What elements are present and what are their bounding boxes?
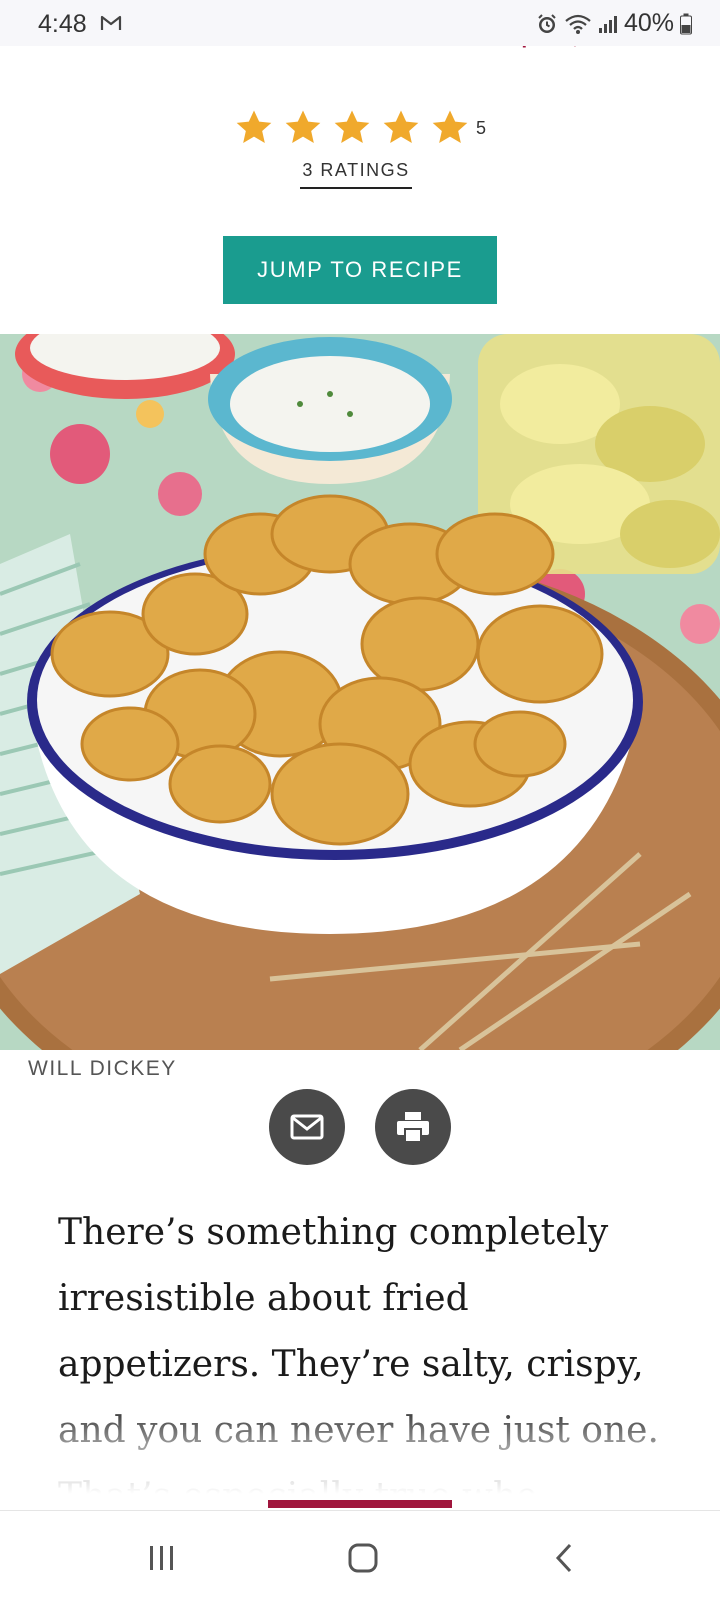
- recipe-photo: [0, 334, 720, 1050]
- jump-to-recipe-button[interactable]: JUMP TO RECIPE: [223, 236, 497, 304]
- recent-apps-icon: [150, 1546, 173, 1570]
- text-fade-overlay: [0, 1400, 720, 1510]
- gmail-icon: [100, 15, 122, 30]
- star-icon: [383, 110, 419, 143]
- star-icon: [285, 110, 321, 143]
- home-icon: [348, 1543, 378, 1573]
- battery-percent: 40%: [623, 9, 674, 37]
- star-rating[interactable]: [234, 108, 470, 148]
- status-bar: 4:48 40%: [0, 0, 720, 46]
- mail-icon: [290, 1114, 324, 1140]
- status-right: 40%: [536, 9, 692, 38]
- star-icon: [236, 110, 272, 143]
- signal-icon: [598, 15, 617, 33]
- battery-icon: [680, 13, 692, 34]
- star-icon: [432, 110, 468, 143]
- print-button[interactable]: [375, 1089, 451, 1165]
- back-icon: [555, 1543, 572, 1573]
- rating-value: 5: [476, 118, 487, 138]
- ratings-count-link[interactable]: 3 RATINGS: [300, 160, 412, 189]
- status-time: 4:48: [38, 10, 87, 38]
- star-icon: [334, 110, 370, 143]
- printer-icon: [397, 1112, 429, 1143]
- wifi-icon: [565, 14, 591, 34]
- system-navigation-bar: [0, 1510, 720, 1601]
- photo-credit: WILL DICKEY: [28, 1057, 177, 1080]
- alarm-icon: [538, 13, 556, 33]
- reading-progress-bar: [268, 1500, 452, 1508]
- recent-apps-button[interactable]: [132, 1533, 192, 1583]
- back-button[interactable]: [534, 1533, 594, 1583]
- home-button[interactable]: [333, 1533, 393, 1583]
- email-share-button[interactable]: [269, 1089, 345, 1165]
